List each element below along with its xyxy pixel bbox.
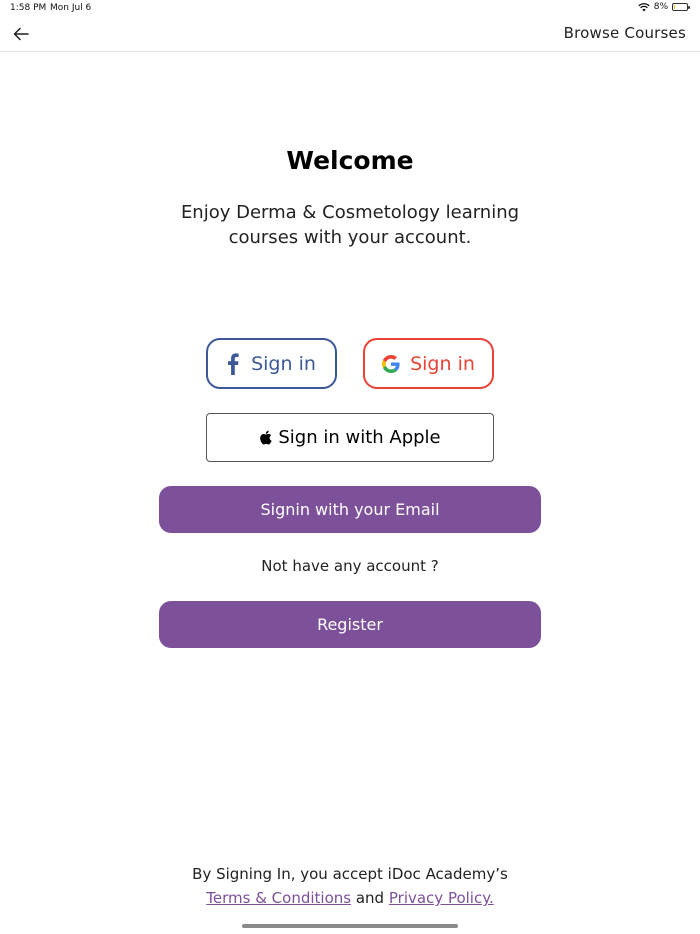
back-arrow-icon — [13, 27, 29, 41]
register-button[interactable]: Register — [159, 601, 541, 648]
email-signin-button[interactable]: Signin with your Email — [159, 486, 541, 533]
terms-notice: By Signing In, you accept iDoc Academy’s… — [0, 862, 700, 910]
google-icon — [382, 354, 400, 373]
privacy-policy-link[interactable]: Privacy Policy. — [389, 889, 494, 907]
google-signin-button[interactable]: Sign in — [363, 338, 494, 389]
status-date: Mon Jul 6 — [50, 3, 92, 13]
apple-icon — [260, 430, 272, 445]
battery-charging-icon — [672, 3, 690, 11]
back-button[interactable] — [8, 21, 34, 47]
browse-courses-link[interactable]: Browse Courses — [564, 24, 686, 42]
no-account-text: Not have any account ? — [261, 557, 439, 575]
battery-percent: 8% — [653, 2, 668, 12]
apple-signin-label: Sign in with Apple — [278, 427, 441, 448]
terms-and-text: and — [355, 889, 385, 907]
welcome-subtitle: Enjoy Derma & Cosmetology learning cours… — [180, 202, 520, 248]
nav-bar: Browse Courses — [0, 18, 700, 52]
home-indicator[interactable] — [242, 924, 458, 928]
battery-level-fill — [674, 5, 675, 9]
status-bar: 1:58 PM Mon Jul 6 8% — [0, 0, 700, 18]
facebook-icon — [228, 352, 239, 375]
status-indicators: 8% — [638, 2, 690, 12]
apple-signin-button[interactable]: Sign in with Apple — [206, 413, 494, 462]
page-title: Welcome — [286, 146, 414, 175]
terms-prefix: By Signing In, you accept iDoc Academy’s — [192, 865, 508, 883]
wifi-icon — [638, 3, 650, 12]
terms-links-line: Terms & Conditions and Privacy Policy. — [0, 886, 700, 910]
facebook-signin-button[interactable]: Sign in — [206, 338, 337, 389]
terms-conditions-link[interactable]: Terms & Conditions — [206, 889, 351, 907]
facebook-signin-label: Sign in — [251, 352, 316, 375]
status-time: 1:58 PM — [10, 3, 47, 13]
google-signin-label: Sign in — [410, 352, 475, 375]
